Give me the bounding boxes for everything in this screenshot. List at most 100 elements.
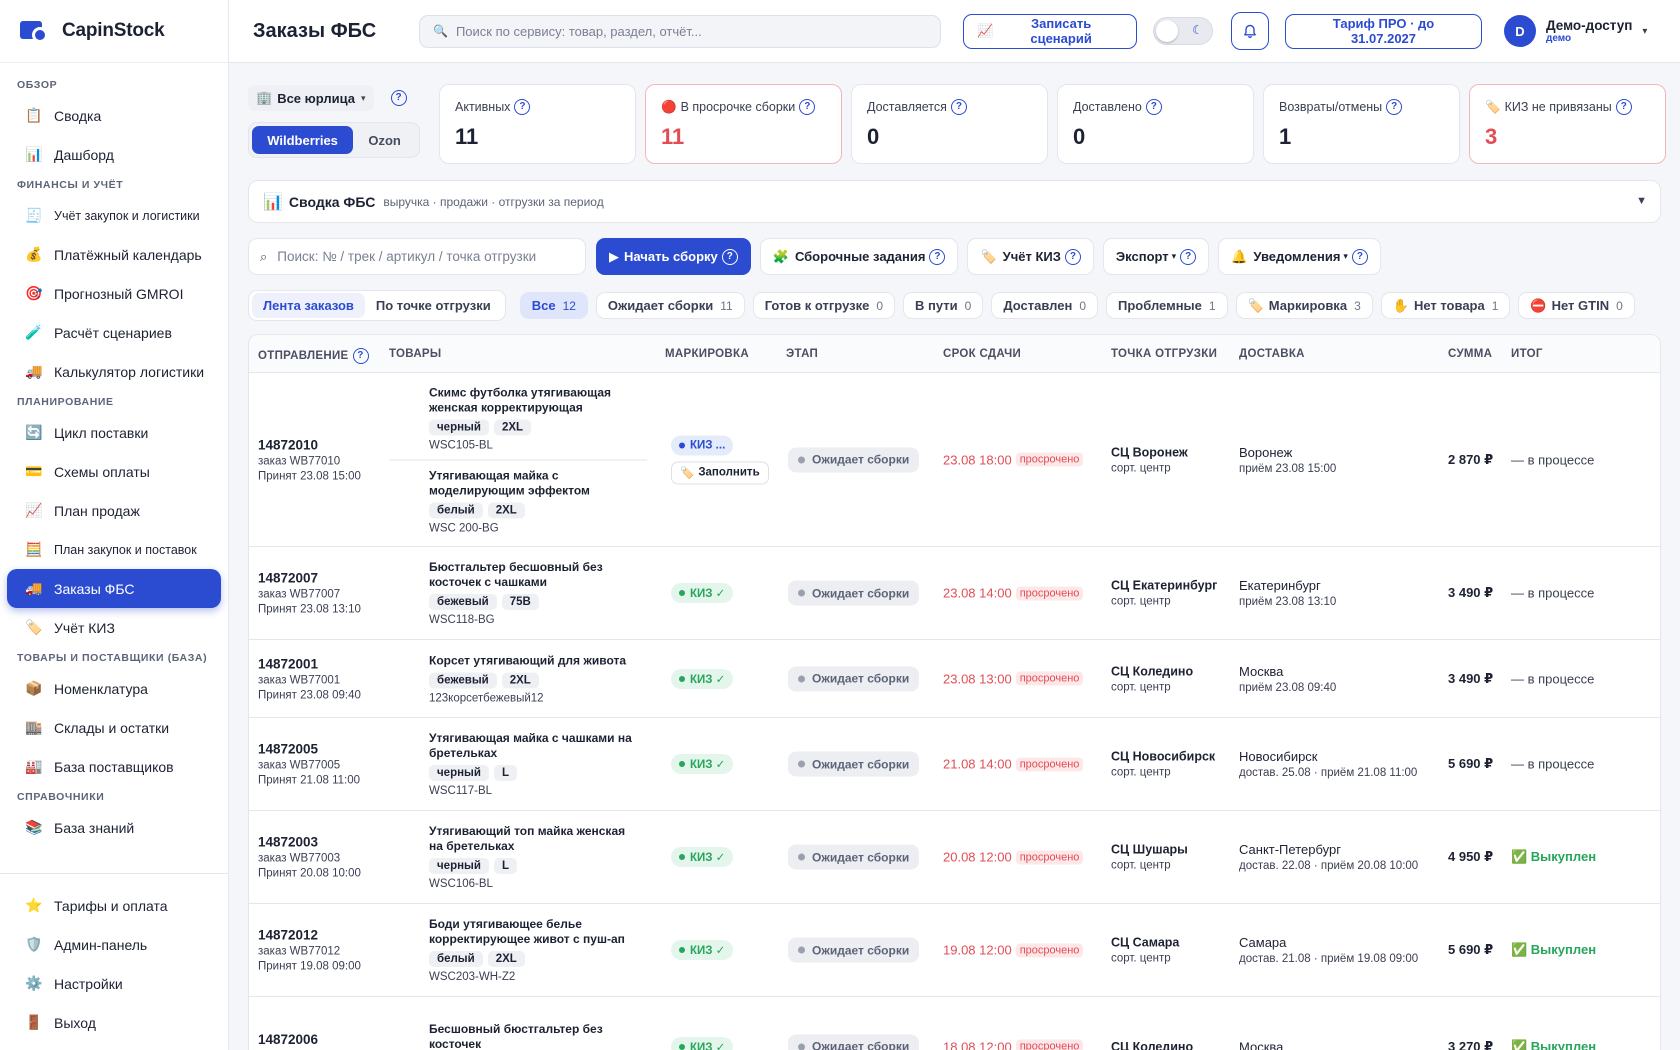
- sidebar-item[interactable]: 📊 Дашборд: [7, 135, 221, 174]
- status-chip[interactable]: Ожидает сборки 11: [595, 292, 745, 319]
- shipment-number[interactable]: 14872005: [258, 742, 360, 757]
- shipment-cell: 14872012 заказ WB77012 Принят 19.08 09:00: [258, 928, 361, 973]
- record-scenario-button[interactable]: 📈 Записать сценарий: [963, 13, 1137, 49]
- sidebar-item[interactable]: 🧪 Расчёт сценариев: [7, 313, 221, 352]
- sidebar-item[interactable]: 📦 Номенклатура: [7, 669, 221, 708]
- order-search-input[interactable]: [277, 249, 568, 264]
- sidebar-item[interactable]: ⭐ Тарифы и оплата: [9, 886, 221, 925]
- table-row[interactable]: 14872007 заказ WB77007 Принят 23.08 13:10 Б…: [249, 547, 1660, 640]
- shipment-number[interactable]: 14872001: [258, 656, 361, 671]
- product-name[interactable]: Корсет утягивающий для живота: [429, 653, 637, 668]
- product-name[interactable]: Утягивающая майка с моделирующим эффекто…: [429, 468, 637, 498]
- kiz-badge[interactable]: КИЗ ✓: [671, 754, 734, 774]
- shipment-number[interactable]: 14872007: [258, 571, 361, 586]
- product-name[interactable]: Бюстгальтер бесшовный без косточек с чаш…: [429, 560, 637, 590]
- table-row[interactable]: 14872005 заказ WB77005 Принят 21.08 11:00 У…: [249, 718, 1660, 811]
- help-icon[interactable]: ?: [950, 99, 967, 115]
- global-search-input[interactable]: [455, 23, 926, 39]
- status-chip[interactable]: Все 12: [519, 292, 588, 319]
- kiz-badge[interactable]: КИЗ ✓: [671, 1036, 734, 1050]
- sidebar-item[interactable]: 💳 Схемы оплаты: [7, 452, 221, 491]
- kiz-badge[interactable]: КИЗ ✓: [671, 583, 734, 603]
- sidebar-item[interactable]: 🛡️ Админ-панель: [9, 925, 221, 964]
- help-icon[interactable]: ?: [1615, 99, 1632, 115]
- product-name[interactable]: Бесшовный бюстгальтер без косточек: [429, 1022, 637, 1050]
- stat-card[interactable]: Возвраты/отмены? 1: [1263, 84, 1460, 164]
- sidebar-item[interactable]: 🧮 План закупок и поставок: [7, 530, 221, 569]
- marketplace-tab[interactable]: Ozon: [353, 126, 416, 154]
- start-assembly-button[interactable]: ▶ Начать сборку ?: [596, 238, 751, 275]
- table-row[interactable]: 14872010 заказ WB77010 Принят 23.08 15:00 С…: [249, 373, 1660, 547]
- product-name[interactable]: Утягивающий топ майка женская на бретель…: [429, 824, 637, 854]
- status-chip[interactable]: Готов к отгрузке 0: [752, 292, 896, 319]
- help-icon[interactable]: ?: [1386, 99, 1403, 115]
- table-row[interactable]: 14872006заказ WB77006 Бесшовный бюстгальт…: [249, 997, 1660, 1050]
- sidebar-item[interactable]: 🏷️ Учёт КИЗ: [7, 608, 221, 647]
- status-chip[interactable]: Проблемные 1: [1106, 292, 1228, 319]
- help-icon[interactable]: ?: [390, 90, 407, 106]
- summary-panel[interactable]: 📊 Сводка ФБС выручка · продажи · отгрузк…: [248, 180, 1661, 223]
- factory-icon: 🏭: [25, 758, 43, 774]
- package-icon: 📦: [25, 680, 43, 696]
- sidebar-item[interactable]: 🚚 Заказы ФБС: [7, 569, 221, 608]
- stat-card[interactable]: Доставлено? 0: [1057, 84, 1254, 164]
- shipment-number[interactable]: 14872010: [258, 437, 361, 452]
- stat-card[interactable]: Доставляется? 0: [851, 84, 1048, 164]
- global-search[interactable]: 🔍: [419, 14, 941, 48]
- sidebar-item[interactable]: ⚙️ Настройки: [9, 964, 221, 1003]
- tariff-button[interactable]: Тариф ПРО · до 31.07.2027: [1285, 13, 1482, 49]
- sidebar-item[interactable]: 🚚 Калькулятор логистики: [7, 352, 221, 391]
- status-chip[interactable]: В пути 0: [903, 292, 984, 319]
- sidebar-item[interactable]: 🔄 Цикл поставки: [7, 413, 221, 452]
- kiz-accounting-button[interactable]: 🏷️ Учёт КИЗ ?: [967, 238, 1094, 275]
- status-chip[interactable]: ✋ Нет товара 1: [1380, 292, 1511, 319]
- order-search[interactable]: ⌕: [248, 238, 586, 275]
- shipment-number[interactable]: 14872003: [258, 835, 361, 850]
- stat-card-value: 11: [661, 124, 685, 149]
- status-chip[interactable]: 🏷️ Маркировка 3: [1235, 292, 1373, 319]
- chevron-down-icon[interactable]: ▼: [1636, 195, 1647, 207]
- product-name[interactable]: Боди утягивающее белье корректирующее жи…: [429, 917, 637, 947]
- user-menu[interactable]: D Демо-доступ демо ▾: [1504, 15, 1647, 47]
- view-tab[interactable]: По точке отгрузки: [365, 293, 502, 318]
- sidebar-item[interactable]: 📚 База знаний: [7, 808, 221, 847]
- notifications-dropdown-button[interactable]: 🔔 Уведомления ▾ ?: [1218, 238, 1381, 275]
- shipment-number[interactable]: 14872006: [258, 1032, 340, 1047]
- help-icon[interactable]: ?: [352, 348, 369, 364]
- status-chip[interactable]: Доставлен 0: [991, 292, 1099, 319]
- kiz-badge[interactable]: КИЗ ...: [671, 435, 734, 455]
- status-chip[interactable]: ⛔ Нет GTIN 0: [1518, 292, 1635, 319]
- kiz-badge[interactable]: КИЗ ✓: [671, 847, 734, 867]
- table-row[interactable]: 14872003 заказ WB77003 Принят 20.08 10:00 У…: [249, 811, 1660, 904]
- help-icon[interactable]: ?: [1145, 99, 1162, 115]
- theme-toggle[interactable]: ☾: [1153, 17, 1213, 45]
- stat-card[interactable]: Активных? 11: [439, 84, 636, 164]
- legal-entity-select[interactable]: 🏢 Все юрлица ▾: [248, 85, 374, 111]
- sidebar-item[interactable]: 💰 Платёжный календарь: [7, 235, 221, 274]
- notifications-button[interactable]: [1231, 12, 1269, 50]
- stat-card[interactable]: 🏷️ КИЗ не привязаны? 3: [1469, 84, 1666, 164]
- shipment-number[interactable]: 14872012: [258, 928, 361, 943]
- help-icon[interactable]: ?: [514, 99, 531, 115]
- marketplace-tab[interactable]: Wildberries: [252, 126, 354, 154]
- sidebar-item[interactable]: 🚪 Выход: [9, 1003, 221, 1042]
- sidebar-item[interactable]: 📋 Сводка: [7, 96, 221, 135]
- sidebar-item[interactable]: 🎯 Прогнозный GMROI: [7, 274, 221, 313]
- help-icon[interactable]: ?: [799, 99, 816, 115]
- view-tab[interactable]: Лента заказов: [252, 293, 365, 318]
- sidebar-item[interactable]: 📈 План продаж: [7, 491, 221, 530]
- product-name[interactable]: Скимс футболка утягивающая женская корре…: [429, 385, 637, 415]
- assembly-tasks-button[interactable]: 🧩 Сборочные задания ?: [759, 238, 959, 275]
- sidebar-item[interactable]: 🏬 Склады и остатки: [7, 708, 221, 747]
- table-row[interactable]: 14872001 заказ WB77001 Принят 23.08 09:40 К…: [249, 640, 1660, 718]
- fill-kiz-button[interactable]: 🏷️ Заполнить: [671, 461, 769, 484]
- table-row[interactable]: 14872012 заказ WB77012 Принят 19.08 09:00 Б…: [249, 904, 1660, 997]
- sidebar-item[interactable]: 🧾 Учёт закупок и логистики: [7, 196, 221, 235]
- logo[interactable]: CapinStock: [0, 0, 228, 63]
- stat-card[interactable]: 🔴 В просрочке сборки? 11: [645, 84, 842, 164]
- kiz-badge[interactable]: КИЗ ✓: [671, 940, 734, 960]
- export-button[interactable]: Экспорт ▾ ?: [1102, 238, 1210, 275]
- kiz-badge[interactable]: КИЗ ✓: [671, 668, 734, 689]
- product-name[interactable]: Утягивающая майка с чашками на бретелька…: [429, 731, 637, 761]
- sidebar-item[interactable]: 🏭 База поставщиков: [7, 747, 221, 786]
